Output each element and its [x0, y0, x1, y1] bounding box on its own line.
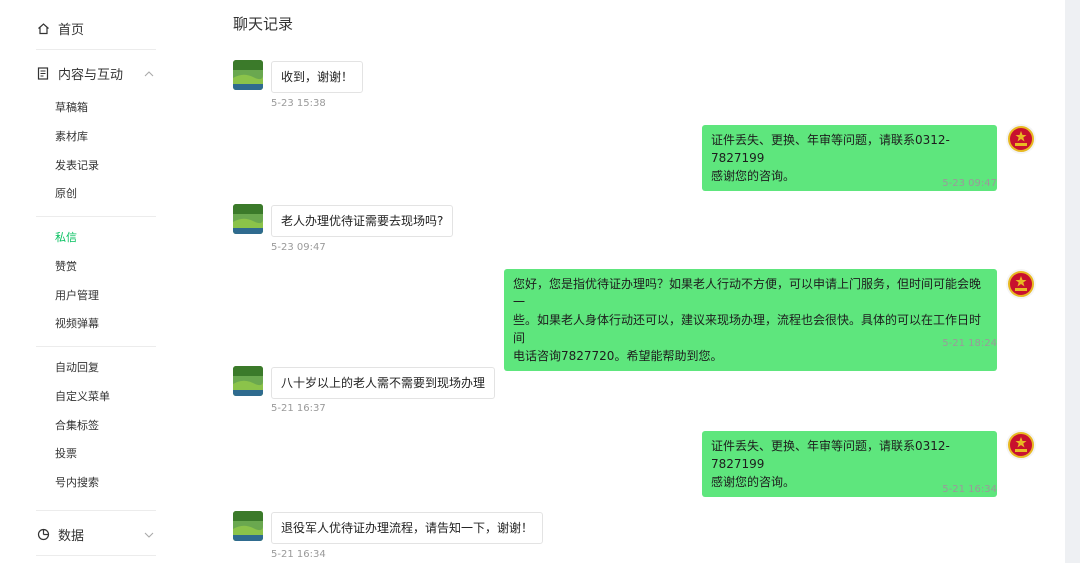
- user-avatar[interactable]: [233, 511, 263, 541]
- message-timestamp: 5-23 09:47: [271, 242, 326, 253]
- chevron-up-icon[interactable]: [142, 67, 156, 81]
- sidebar-divider: [36, 510, 156, 511]
- message-bubble-incoming: 老人办理优待证需要去现场吗?: [271, 205, 454, 237]
- sidebar-item-rewards[interactable]: 赞赏: [55, 259, 77, 275]
- pie-chart-icon: [36, 528, 50, 542]
- message-timestamp: 5-21 18:24: [942, 338, 997, 349]
- sidebar-item-custom-menu[interactable]: 自定义菜单: [55, 389, 110, 405]
- document-icon: [36, 67, 50, 81]
- message-bubble-outgoing: 您好，您是指优待证办理吗？如果老人行动不方便，可以申请上门服务，但时间可能会晚一…: [504, 269, 997, 371]
- sidebar-item-collection-tags[interactable]: 合集标签: [55, 418, 99, 434]
- sidebar-item-in-account-search[interactable]: 号内搜索: [55, 475, 99, 491]
- sidebar-item-publish-records[interactable]: 发表记录: [55, 158, 99, 174]
- sidebar-item-materials[interactable]: 素材库: [55, 129, 88, 145]
- chat-panel: 聊天记录 收到，谢谢！ 5-23 15:38 证件丢失、更换、年审等问题，请联系…: [205, 0, 1065, 563]
- nav-content-interaction[interactable]: 内容与互动: [36, 64, 156, 83]
- nav-content-label: 内容与互动: [58, 68, 124, 83]
- sidebar-item-vote[interactable]: 投票: [55, 446, 77, 462]
- message-timestamp: 5-21 16:37: [271, 403, 326, 414]
- message-line: 证件丢失、更换、年审等问题，请联系0312-7827199: [711, 133, 950, 165]
- message-timestamp: 5-23 15:38: [271, 98, 326, 109]
- sidebar-item-video-danmaku[interactable]: 视频弹幕: [55, 316, 99, 332]
- user-avatar[interactable]: [233, 366, 263, 396]
- chevron-down-icon[interactable]: [142, 528, 156, 542]
- sidebar-divider: [36, 555, 156, 556]
- sidebar-item-original[interactable]: 原创: [55, 186, 77, 202]
- nav-home-label: 首页: [58, 23, 85, 38]
- nav-home[interactable]: 首页: [36, 19, 84, 38]
- user-avatar[interactable]: [233, 60, 263, 90]
- message-bubble-incoming: 八十岁以上的老人需不需要到现场办理: [271, 367, 496, 399]
- message-timestamp: 5-21 16:34: [271, 549, 326, 560]
- nav-data-label: 数据: [58, 529, 85, 544]
- message-line: 您好，您是指优待证办理吗？如果老人行动不方便，可以申请上门服务，但时间可能会晚一: [513, 277, 982, 309]
- nav-data[interactable]: 数据: [36, 525, 156, 544]
- user-avatar[interactable]: [233, 204, 263, 234]
- message-timestamp: 5-21 16:34: [942, 484, 997, 495]
- sidebar: 首页 内容与互动 草稿箱 素材库 发表记录 原创 私信 赞赏 用户管理 视频弹幕…: [0, 0, 205, 563]
- official-emblem-avatar[interactable]: [1006, 430, 1036, 460]
- official-emblem-avatar[interactable]: [1006, 124, 1036, 154]
- sidebar-item-user-management[interactable]: 用户管理: [55, 288, 99, 304]
- official-emblem-avatar[interactable]: [1006, 269, 1036, 299]
- message-bubble-incoming: 收到，谢谢！: [271, 61, 364, 93]
- page-title: 聊天记录: [233, 15, 294, 33]
- message-bubble-incoming: 退役军人优待证办理流程，请告知一下，谢谢！: [271, 512, 544, 544]
- message-line: 证件丢失、更换、年审等问题，请联系0312-7827199: [711, 439, 950, 471]
- sidebar-divider: [36, 346, 156, 347]
- sidebar-item-drafts[interactable]: 草稿箱: [55, 100, 88, 116]
- sidebar-divider: [36, 216, 156, 217]
- sidebar-divider: [36, 49, 156, 50]
- sidebar-item-messages[interactable]: 私信: [55, 230, 77, 246]
- sidebar-item-auto-reply[interactable]: 自动回复: [55, 360, 99, 376]
- message-timestamp: 5-23 09:47: [942, 178, 997, 189]
- home-icon: [36, 22, 50, 36]
